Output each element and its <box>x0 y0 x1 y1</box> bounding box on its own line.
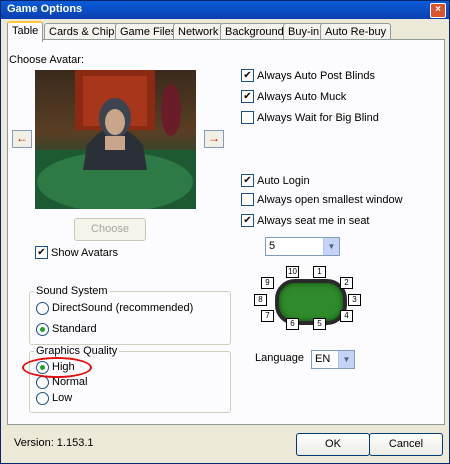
seat-select-value: 5 <box>269 240 276 252</box>
seat-2[interactable]: 2 <box>340 277 353 289</box>
seat-1[interactable]: 1 <box>313 266 326 278</box>
choose-avatar-label: Choose Avatar: <box>9 54 85 66</box>
graphics-low-label: Low <box>52 392 73 404</box>
tab-cards-chips[interactable]: Cards & Chips <box>44 23 125 40</box>
tab-auto-rebuy[interactable]: Auto Re-buy <box>320 23 392 40</box>
window-title: Game Options <box>7 3 83 15</box>
ok-button[interactable]: OK <box>296 433 370 456</box>
auto-post-blinds-label: Always Auto Post Blinds <box>257 70 376 82</box>
tab-game-files[interactable]: Game Files <box>115 23 182 40</box>
avatar-next-button[interactable]: → <box>204 130 224 148</box>
highlight-annotation <box>22 357 92 378</box>
seat-10[interactable]: 10 <box>286 266 299 278</box>
graphics-quality-title: Graphics Quality <box>34 345 120 357</box>
seat-9[interactable]: 9 <box>261 277 274 289</box>
tab-buy-in[interactable]: Buy-in <box>283 23 325 40</box>
seat-me-label: Always seat me in seat <box>257 215 370 227</box>
graphics-normal-radio[interactable] <box>36 376 49 389</box>
game-options-window: Game Options × Table Cards & Chips Game … <box>0 0 450 464</box>
seat-4[interactable]: 4 <box>340 310 353 322</box>
language-select[interactable]: EN ▼ <box>311 350 355 369</box>
directsound-radio[interactable] <box>36 302 49 315</box>
standard-radio[interactable] <box>36 323 49 336</box>
seat-3[interactable]: 3 <box>348 294 361 306</box>
chevron-down-icon[interactable]: ▼ <box>338 351 354 368</box>
tab-table[interactable]: Table <box>7 21 44 42</box>
seat-5[interactable]: 5 <box>313 318 326 330</box>
chevron-down-icon[interactable]: ▼ <box>323 238 339 255</box>
seat-8[interactable]: 8 <box>254 294 267 306</box>
standard-label: Standard <box>52 323 97 335</box>
smallest-window-label: Always open smallest window <box>257 194 403 206</box>
avatar-prev-button[interactable]: ← <box>12 130 32 148</box>
version-label: Version: 1.153.1 <box>14 437 94 449</box>
language-label: Language <box>255 352 304 364</box>
cancel-button[interactable]: Cancel <box>369 433 443 456</box>
auto-muck-checkbox[interactable]: ✔ <box>241 90 254 103</box>
smallest-window-checkbox[interactable] <box>241 193 254 206</box>
auto-login-checkbox[interactable]: ✔ <box>241 174 254 187</box>
seat-select[interactable]: 5 ▼ <box>265 237 340 256</box>
tab-network[interactable]: Network <box>173 23 224 40</box>
sound-system-title: Sound System <box>34 285 110 297</box>
wait-big-blind-label: Always Wait for Big Blind <box>257 112 379 124</box>
auto-post-blinds-checkbox[interactable]: ✔ <box>241 69 254 82</box>
sound-system-group <box>29 291 231 345</box>
tab-background[interactable]: Background <box>220 23 289 40</box>
language-select-value: EN <box>315 353 331 365</box>
wait-big-blind-checkbox[interactable] <box>241 111 254 124</box>
show-avatars-label: Show Avatars <box>51 247 119 259</box>
title-bar: Game Options × <box>1 1 449 19</box>
seat-7[interactable]: 7 <box>261 310 274 322</box>
close-button[interactable]: × <box>430 3 446 18</box>
seat-me-checkbox[interactable]: ✔ <box>241 214 254 227</box>
seat-6[interactable]: 6 <box>286 318 299 330</box>
show-avatars-checkbox[interactable]: ✔ <box>35 246 48 259</box>
graphics-low-radio[interactable] <box>36 392 49 405</box>
directsound-label: DirectSound (recommended) <box>52 302 194 314</box>
auto-muck-label: Always Auto Muck <box>257 91 347 103</box>
auto-login-label: Auto Login <box>257 175 310 187</box>
choose-avatar-button[interactable]: Choose <box>74 218 146 241</box>
avatar-image <box>35 70 196 209</box>
